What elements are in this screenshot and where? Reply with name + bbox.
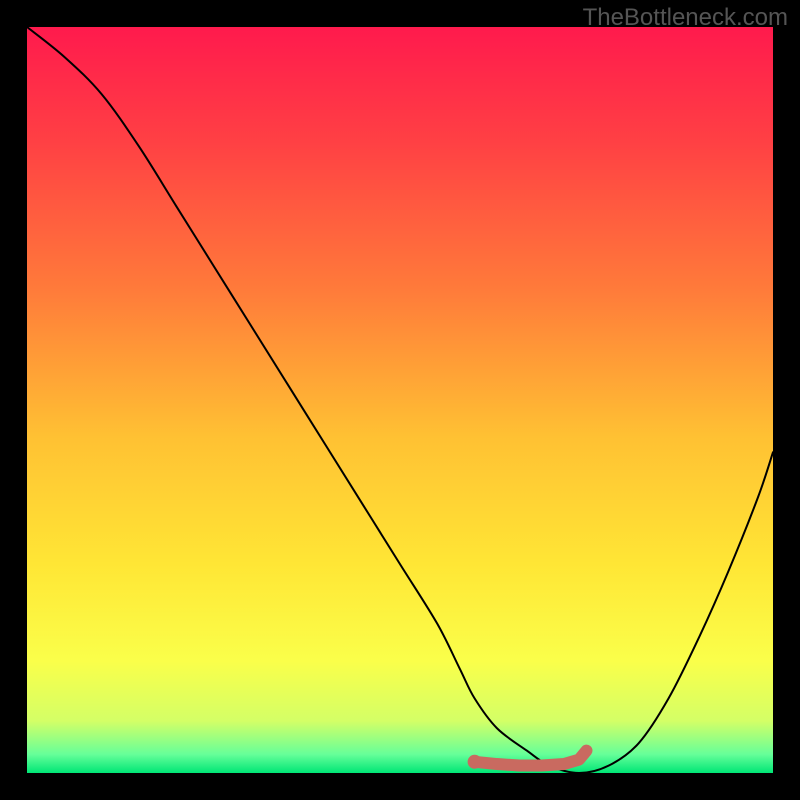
optimal-range-marker <box>468 751 587 769</box>
watermark-text: TheBottleneck.com <box>583 4 788 32</box>
chart-lines <box>27 27 773 773</box>
chart-plot-area <box>27 27 773 773</box>
bottleneck-curve <box>27 27 773 773</box>
